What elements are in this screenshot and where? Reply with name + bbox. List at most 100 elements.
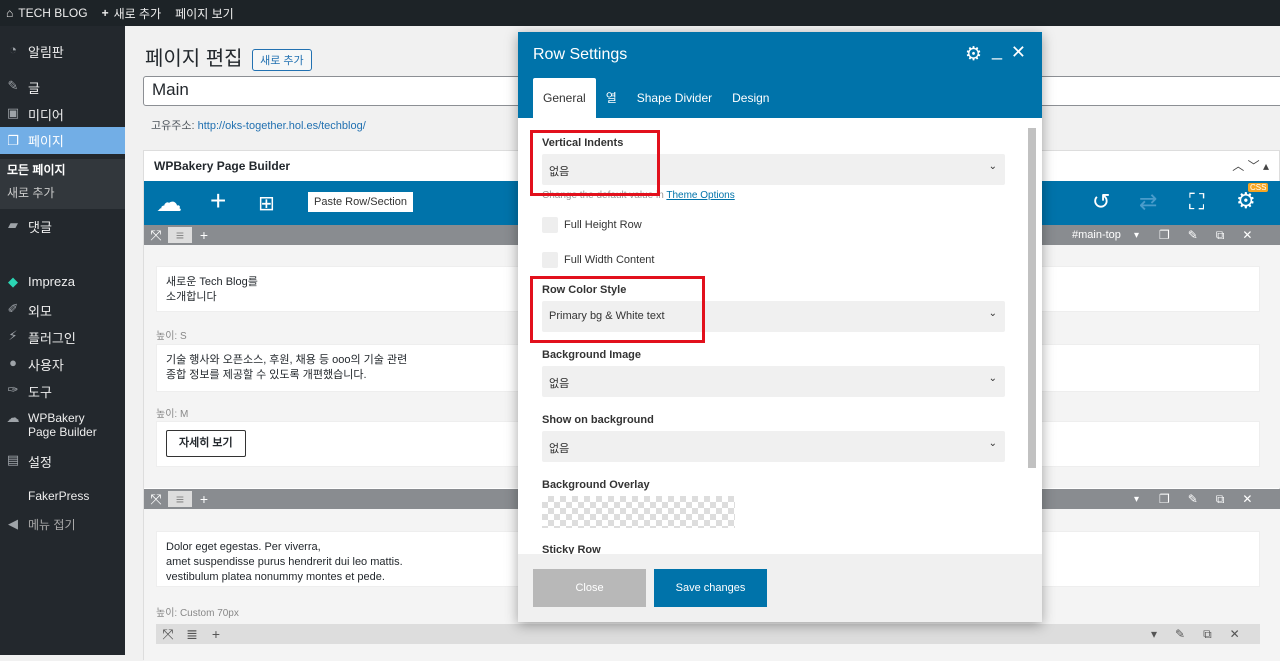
chevron-down-icon: ⌄ [988, 161, 997, 172]
spacer-label: 높이: M [156, 409, 189, 420]
row-dropdown-icon[interactable]: ▾ [1134, 230, 1139, 241]
highlight-box [530, 130, 660, 196]
spacer-label: 높이: Custom 70px [156, 608, 239, 619]
row-settings-modal: Row Settings ⚙ _ ✕ General 열 Shape Divid… [518, 32, 1042, 622]
sidebar-item-dashboard[interactable]: ◔ 알림판 [0, 42, 125, 61]
show-on-bg-label: Show on background [542, 414, 654, 426]
modal-footer: Close Save changes [518, 554, 1042, 622]
diamond-icon: ◆ [8, 274, 18, 289]
tab-general[interactable]: General [533, 78, 596, 118]
settings-icon: ▤ [6, 452, 20, 467]
sidebar-item-wpbakery[interactable]: ☁ WPBakery Page Builder [0, 410, 125, 440]
row-actions[interactable]: ▾✎⧉✕ [1151, 627, 1258, 642]
chevron-down-icon: ⌄ [988, 438, 997, 449]
minimize-icon[interactable]: _ [992, 40, 1002, 61]
panel-controls[interactable]: ︿ ﹀ ▴ [1232, 157, 1269, 174]
permalink: 고유주소: http://oks-together.hol.es/techblo… [151, 120, 366, 132]
sidebar-item-users[interactable]: ● 사용자 [0, 355, 125, 374]
chevron-down-icon: ⌄ [988, 308, 997, 319]
tab-shape-divider[interactable]: Shape Divider [627, 78, 722, 118]
permalink-link[interactable]: http://oks-together.hol.es/techblog/ [198, 120, 366, 132]
new-link[interactable]: + 새로 추가 [102, 5, 162, 22]
pages-icon: ❐ [7, 132, 19, 148]
theme-options-link[interactable]: Theme Options [666, 190, 734, 201]
gear-icon[interactable]: ⚙ [965, 43, 982, 66]
collapse-menu[interactable]: ◀ 메뉴 접기 [0, 516, 125, 533]
sidebar-item-pages[interactable]: ❐ 페이지 [0, 127, 125, 154]
highlight-box [530, 276, 705, 343]
columns-icon[interactable]: ≣ [180, 626, 204, 643]
home-icon: ⌂ [6, 6, 14, 20]
tab-design[interactable]: Design [722, 78, 779, 118]
undo-icon[interactable]: ↺ [1092, 189, 1110, 215]
full-height-checkbox[interactable]: Full Height Row [542, 217, 642, 233]
admin-sidebar: ◔ 알림판 ✎ 글 ▣ 미디어 ❐ 페이지 모든 페이지 새로 추가 ▰ 댓글 ◆ Impr… [0, 26, 125, 655]
modal-body: Vertical Indents 없음 ⌄ Change the default … [518, 118, 1042, 554]
template-icon[interactable]: ⊞ [258, 191, 275, 216]
add-column-icon[interactable]: + [192, 491, 216, 507]
sidebar-item-settings[interactable]: ▤ 설정 [0, 452, 125, 471]
media-icon: ▣ [6, 105, 20, 120]
page-title: 페이지 편집 새로 추가 [145, 42, 312, 71]
add-element-icon[interactable]: + [210, 185, 226, 217]
close-icon[interactable]: ✕ [1011, 42, 1026, 63]
row-actions[interactable]: ❐✎⧉✕ [1159, 228, 1270, 243]
sidebar-item-tools[interactable]: ✑ 도구 [0, 382, 125, 401]
full-width-checkbox[interactable]: Full Width Content [542, 252, 654, 268]
brush-icon: ✐ [7, 301, 19, 316]
row-dropdown-icon[interactable]: ▾ [1134, 494, 1139, 505]
admin-bar: ⌂ TECH BLOG + 새로 추가 페이지 보기 [0, 0, 1280, 26]
close-button[interactable]: Close [533, 569, 646, 607]
fullscreen-icon[interactable]: ⛶ [1189, 189, 1204, 215]
overlay-label: Background Overlay [542, 479, 650, 491]
sidebar-sub-add-new[interactable]: 새로 추가 [0, 182, 125, 205]
sidebar-item-posts[interactable]: ✎ 글 [0, 78, 125, 97]
overlay-color-picker[interactable] [542, 496, 735, 528]
modal-header: Row Settings ⚙ _ ✕ [518, 32, 1042, 78]
sidebar-item-media[interactable]: ▣ 미디어 [0, 105, 125, 124]
move-icon[interactable]: ⤧ [144, 227, 168, 244]
row-id: #main-top [1072, 229, 1121, 241]
add-column-icon[interactable]: + [204, 626, 228, 642]
comment-icon: ▰ [8, 217, 18, 232]
view-page-link[interactable]: 페이지 보기 [175, 5, 234, 22]
collapse-icon: ◀ [8, 516, 18, 531]
bg-image-select[interactable]: 없음 ⌄ [542, 366, 1005, 397]
sidebar-item-appearance[interactable]: ✐ 외모 [0, 301, 125, 320]
pin-icon: ✎ [7, 78, 19, 93]
show-on-bg-select[interactable]: 없음 ⌄ [542, 431, 1005, 462]
add-new-button[interactable]: 새로 추가 [252, 48, 312, 71]
move-icon[interactable]: ⤧ [156, 626, 180, 643]
sidebar-item-fakerpress[interactable]: FakerPress [0, 489, 125, 503]
chevron-down-icon: ⌄ [988, 373, 997, 384]
columns-icon[interactable]: ≡ [168, 227, 192, 243]
plus-icon: + [101, 6, 109, 20]
sidebar-sub-all-pages[interactable]: 모든 페이지 [0, 159, 125, 182]
dashboard-icon: ◔ [9, 42, 17, 57]
tab-columns[interactable]: 열 [596, 78, 627, 118]
inner-row-controls: ⤧ ≣ + ▾✎⧉✕ [156, 624, 1260, 644]
cloud-icon: ☁ [6, 410, 20, 425]
site-link[interactable]: ⌂ TECH BLOG [6, 6, 88, 20]
css-badge: CSS [1248, 183, 1269, 192]
wrench-icon: ✑ [7, 382, 19, 397]
modal-title: Row Settings [533, 46, 628, 63]
redo-icon[interactable]: ⇄ [1139, 189, 1157, 215]
wpb-logo-icon[interactable]: ☁ [156, 187, 182, 218]
paste-row-button[interactable]: Paste Row/Section [308, 192, 413, 212]
move-icon[interactable]: ⤧ [144, 491, 168, 508]
plugin-icon: ⚡ [8, 328, 18, 343]
columns-icon[interactable]: ≡ [168, 491, 192, 507]
read-more-button[interactable]: 자세히 보기 [166, 430, 246, 457]
add-column-icon[interactable]: + [192, 227, 216, 243]
row-actions[interactable]: ❐✎⧉✕ [1159, 492, 1270, 507]
sidebar-item-plugins[interactable]: ⚡ 플러그인 [0, 328, 125, 347]
spacer-label: 높이: S [156, 331, 187, 342]
user-icon: ● [9, 355, 17, 370]
modal-tabs: General 열 Shape Divider Design [518, 78, 1042, 118]
sticky-label: Sticky Row [542, 544, 601, 554]
scrollbar[interactable] [1028, 128, 1036, 468]
sidebar-item-impreza[interactable]: ◆ Impreza [0, 274, 125, 290]
sidebar-item-comments[interactable]: ▰ 댓글 [0, 217, 125, 236]
save-changes-button[interactable]: Save changes [654, 569, 767, 607]
